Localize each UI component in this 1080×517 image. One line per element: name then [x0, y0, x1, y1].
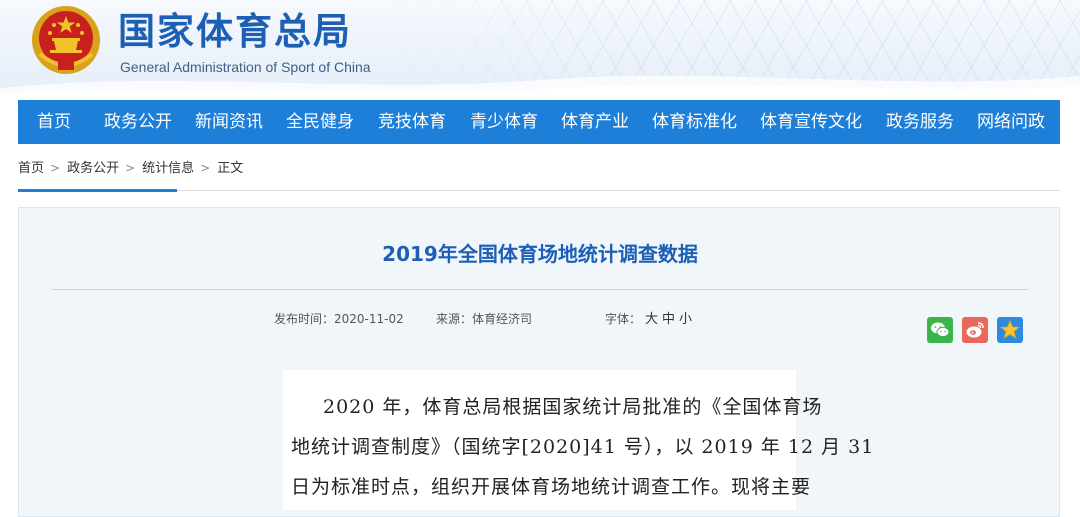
nav-item-fitness[interactable]: 全民健身 — [286, 100, 354, 144]
font-size-label: 字体： — [605, 312, 642, 326]
main-nav: 首页 政务公开 新闻资讯 全民健身 竞技体育 青少体育 体育产业 体育标准化 体… — [18, 100, 1060, 144]
article-title: 2019年全国体育场地统计调查数据 — [382, 242, 698, 266]
wechat-icon[interactable] — [927, 317, 953, 343]
breadcrumb-separator: > — [50, 161, 61, 175]
body-line: 日为标准时点，组织开展体育场地统计调查工作。现将主要 — [291, 476, 812, 498]
breadcrumb-accent-bar — [18, 189, 177, 192]
publish-label: 发布时间： — [274, 312, 335, 326]
breadcrumb-separator: > — [125, 161, 136, 175]
font-size-medium[interactable]: 中 — [662, 312, 675, 327]
nav-item-inquiry[interactable]: 网络问政 — [977, 100, 1045, 144]
site-title[interactable]: 国家体育总局 — [118, 9, 352, 55]
site-header: 国家体育总局 General Administration of Sport o… — [0, 0, 1080, 100]
source-label: 来源： — [436, 312, 473, 326]
breadcrumb-current: 正文 — [217, 161, 244, 176]
body-line: 2020 年，体育总局根据国家统计局批准的《全国体育场 — [323, 396, 823, 418]
breadcrumb-gov-affairs[interactable]: 政务公开 — [67, 161, 119, 176]
favorite-star-icon[interactable] — [997, 317, 1023, 343]
nav-item-standardization[interactable]: 体育标准化 — [652, 100, 737, 144]
publish-date: 2020-11-02 — [334, 312, 404, 326]
nav-item-services[interactable]: 政务服务 — [886, 100, 954, 144]
nav-item-news[interactable]: 新闻资讯 — [195, 100, 263, 144]
breadcrumb-statistics[interactable]: 统计信息 — [142, 161, 194, 176]
national-emblem-icon — [32, 6, 100, 74]
body-line: 地统计调查制度》（国统字[2020]41 号），以 2019 年 12 月 31 — [291, 436, 875, 458]
breadcrumb: 首页 > 政务公开 > 统计信息 > 正文 — [18, 158, 243, 178]
title-divider — [52, 289, 1028, 290]
article-body-image: 2020 年，体育总局根据国家统计局批准的《全国体育场 地统计调查制度》（国统字… — [283, 370, 875, 510]
nav-item-competitive[interactable]: 竞技体育 — [378, 100, 446, 144]
font-size-switcher: 字体：大中小 — [605, 310, 692, 329]
source-info: 来源：体育经济司 — [436, 310, 532, 328]
breadcrumb-home[interactable]: 首页 — [18, 161, 44, 176]
nav-item-youth[interactable]: 青少体育 — [470, 100, 538, 144]
nav-item-industry[interactable]: 体育产业 — [561, 100, 629, 144]
breadcrumb-separator: > — [200, 161, 211, 175]
site-subtitle: General Administration of Sport of China — [120, 59, 371, 75]
publish-info: 发布时间：2020-11-02 — [274, 310, 404, 328]
nav-item-gov-affairs[interactable]: 政务公开 — [104, 100, 172, 144]
weibo-icon[interactable] — [962, 317, 988, 343]
source-value: 体育经济司 — [472, 312, 533, 326]
nav-item-home[interactable]: 首页 — [37, 100, 71, 144]
nav-item-culture[interactable]: 体育宣传文化 — [760, 100, 862, 144]
font-size-small[interactable]: 小 — [679, 312, 692, 327]
font-size-large[interactable]: 大 — [645, 312, 658, 327]
